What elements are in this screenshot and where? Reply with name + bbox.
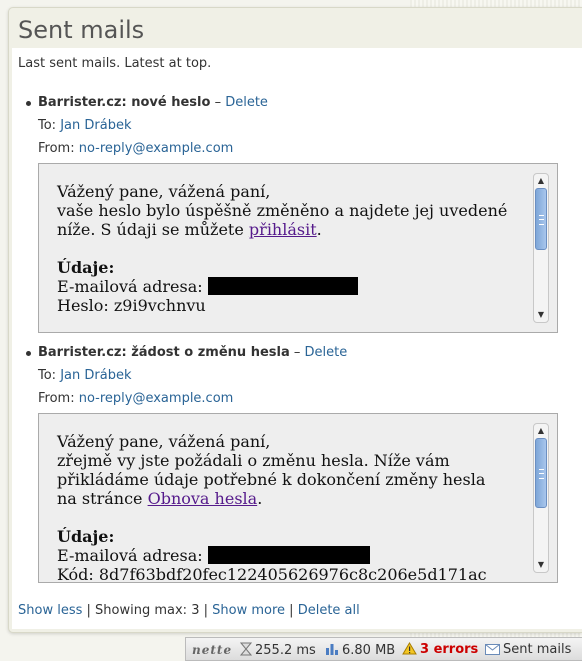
list-bullet [26, 351, 31, 356]
to-recipient-link[interactable]: Jan Drábek [60, 118, 131, 133]
body-line: na stránce Obnova hesla. [57, 489, 527, 508]
nette-logo[interactable]: nette [192, 643, 232, 657]
show-more-link[interactable]: Show more [212, 603, 285, 618]
vertical-scrollbar[interactable]: ▲ ▼ [533, 173, 549, 323]
warning-icon [402, 642, 417, 655]
scroll-thumb[interactable] [535, 188, 547, 250]
body-text: níže. S údaji se můžete [57, 220, 249, 239]
panel-body: Last sent mails. Latest at top. Barriste… [12, 48, 582, 629]
mail-subject-line: Barrister.cz: žádost o změnu hesla – Del… [38, 345, 347, 360]
from-label: From: [38, 391, 75, 406]
password-line: Heslo: z9i9vchnvu [57, 296, 206, 315]
scroll-thumb[interactable] [535, 438, 547, 508]
email-line: E-mailová adresa: [57, 277, 527, 296]
bar-chart-icon [326, 644, 338, 655]
greeting: Vážený pane, vážená paní, [57, 182, 271, 201]
separator: | [203, 603, 208, 618]
mail-to: To: Jan Drábek [38, 368, 132, 383]
mail-from: From: no-reply@example.com [38, 391, 233, 406]
code-line: Kód: 8d7f63bdf20fec122405626976c8c206e5d… [57, 565, 487, 583]
mail-to: To: Jan Drábek [38, 118, 132, 133]
mail-preview-frame[interactable]: Vážený pane, vážená paní, vaše heslo byl… [38, 163, 558, 333]
from-label: From: [38, 141, 75, 156]
password-reset-link[interactable]: Obnova hesla [148, 489, 258, 508]
memory-panel[interactable]: 6.80 MB [325, 642, 395, 658]
debug-bar: nette 255.2 ms 6.80 MB 3 errors Sent mai… [185, 637, 582, 661]
delete-all-link[interactable]: Delete all [298, 603, 360, 618]
panel-footer: Show less | Showing max: 3 | Show more |… [18, 603, 360, 618]
show-less-link[interactable]: Show less [18, 603, 82, 618]
mail-subject-line: Barrister.cz: nové heslo – Delete [38, 95, 268, 110]
body-line: přikládáme údaje potřebné k dokončení zm… [57, 470, 486, 489]
body-text: na stránce [57, 489, 148, 508]
section-heading: Údaje: [57, 527, 115, 546]
delete-link[interactable]: Delete [305, 345, 348, 360]
time-panel[interactable]: 255.2 ms [240, 642, 316, 658]
mail-preview-frame[interactable]: Vážený pane, vážená paní, zřejmě vy jste… [38, 413, 558, 583]
email-label: E-mailová adresa: [57, 546, 203, 565]
body-text: . [257, 489, 263, 508]
greeting: Vážený pane, vážená paní, [57, 432, 271, 451]
hourglass-icon [240, 642, 252, 656]
from-sender-link[interactable]: no-reply@example.com [79, 391, 234, 406]
envelope-icon [485, 644, 500, 655]
email-label: E-mailová adresa: [57, 277, 203, 296]
body-text: . [316, 220, 322, 239]
redacted-block [207, 277, 358, 295]
to-recipient-link[interactable]: Jan Drábek [60, 368, 131, 383]
separator: | [86, 603, 91, 618]
email-line: E-mailová adresa: [57, 546, 527, 565]
panel-title: Sent mails [18, 16, 145, 44]
body-line: níže. S údaji se můžete přihlásit. [57, 220, 527, 239]
sent-mails-tab[interactable]: Sent mails [485, 642, 571, 657]
section-heading: Údaje: [57, 258, 115, 277]
mail-body: Vážený pane, vážená paní, vaše heslo byl… [57, 182, 527, 315]
login-link[interactable]: přihlásit [249, 220, 317, 239]
redacted-block [207, 546, 370, 564]
sent-mails-label: Sent mails [503, 642, 572, 657]
mail-subject: Barrister.cz: nové heslo [38, 95, 211, 110]
scroll-up-arrow-icon[interactable]: ▲ [535, 175, 547, 187]
scroll-down-arrow-icon[interactable]: ▼ [535, 559, 547, 571]
body-line: zřejmě vy jste požádali o změnu hesla. N… [57, 451, 450, 470]
errors-panel[interactable]: 3 errors [402, 642, 478, 657]
errors-value: 3 errors [420, 642, 479, 657]
scroll-down-arrow-icon[interactable]: ▼ [535, 309, 547, 321]
separator: | [289, 603, 294, 618]
body-line: vaše heslo bylo úspěšně změněno a najdet… [57, 201, 508, 220]
from-sender-link[interactable]: no-reply@example.com [79, 141, 234, 156]
showing-max-text: Showing max: 3 [95, 603, 200, 618]
intro-text: Last sent mails. Latest at top. [18, 56, 212, 71]
separator: – [293, 345, 301, 360]
to-label: To: [38, 118, 57, 133]
list-bullet [26, 101, 31, 106]
delete-link[interactable]: Delete [225, 95, 268, 110]
mail-from: From: no-reply@example.com [38, 141, 233, 156]
separator: – [214, 95, 222, 110]
vertical-scrollbar[interactable]: ▲ ▼ [533, 423, 549, 573]
memory-value: 6.80 MB [342, 643, 396, 658]
time-value: 255.2 ms [255, 643, 316, 658]
mail-subject: Barrister.cz: žádost o změnu hesla [38, 345, 290, 360]
scroll-up-arrow-icon[interactable]: ▲ [535, 425, 547, 437]
mail-body: Vážený pane, vážená paní, zřejmě vy jste… [57, 432, 527, 583]
sent-mails-panel: Sent mails Last sent mails. Latest at to… [8, 7, 582, 633]
to-label: To: [38, 368, 57, 383]
